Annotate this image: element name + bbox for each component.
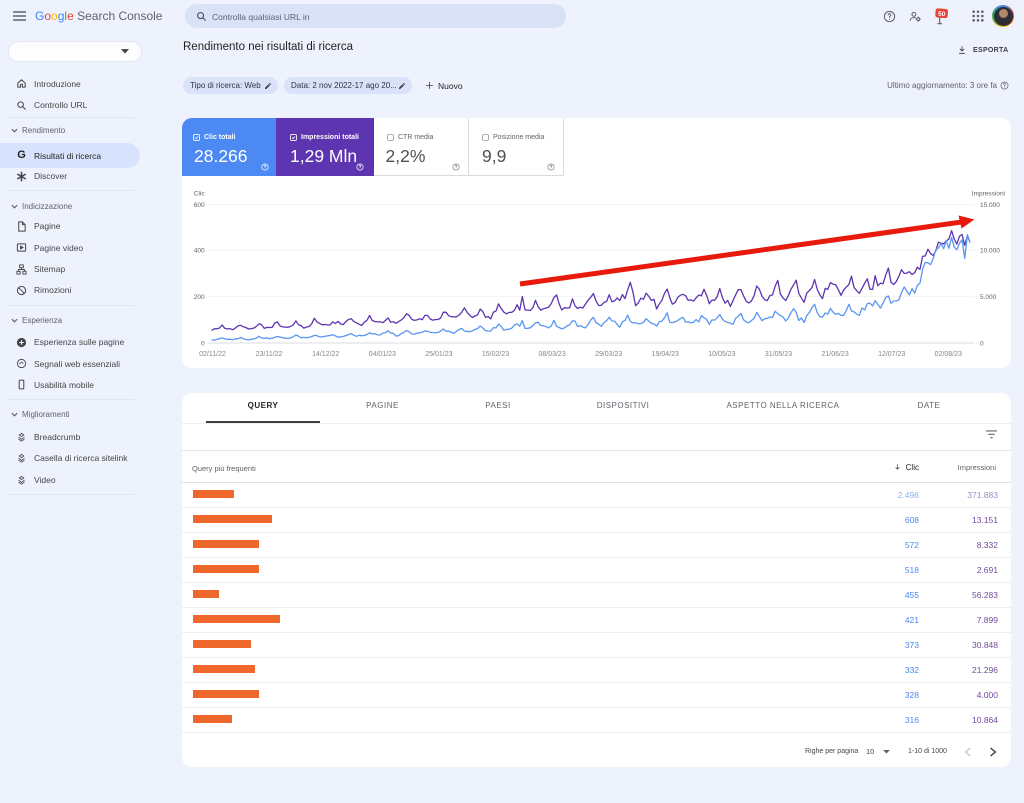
svg-text:08/03/23: 08/03/23 [538,351,565,358]
svg-text:0: 0 [980,341,984,348]
svg-text:0: 0 [201,341,205,348]
svg-text:Clic: Clic [194,191,206,198]
svg-text:10/05/23: 10/05/23 [708,351,735,358]
svg-text:29/03/23: 29/03/23 [595,351,622,358]
svg-text:02/08/23: 02/08/23 [935,351,962,358]
svg-text:02/11/22: 02/11/22 [199,351,226,358]
svg-text:400: 400 [194,248,205,255]
svg-text:Impressioni: Impressioni [972,191,1005,198]
svg-text:19/04/23: 19/04/23 [652,351,679,358]
svg-text:25/01/23: 25/01/23 [425,351,452,358]
svg-text:200: 200 [194,294,205,301]
svg-text:15.000: 15.000 [980,202,1000,209]
svg-text:21/06/23: 21/06/23 [821,351,848,358]
svg-text:23/11/22: 23/11/22 [256,351,283,358]
svg-text:10.000: 10.000 [980,248,1000,255]
svg-text:5.000: 5.000 [980,294,997,301]
svg-text:600: 600 [194,202,205,209]
svg-text:31/05/23: 31/05/23 [765,351,792,358]
svg-text:12/07/23: 12/07/23 [878,351,905,358]
svg-text:50: 50 [938,11,946,19]
svg-text:14/12/22: 14/12/22 [312,351,339,358]
svg-text:04/01/23: 04/01/23 [369,351,396,358]
svg-text:15/02/23: 15/02/23 [482,351,509,358]
